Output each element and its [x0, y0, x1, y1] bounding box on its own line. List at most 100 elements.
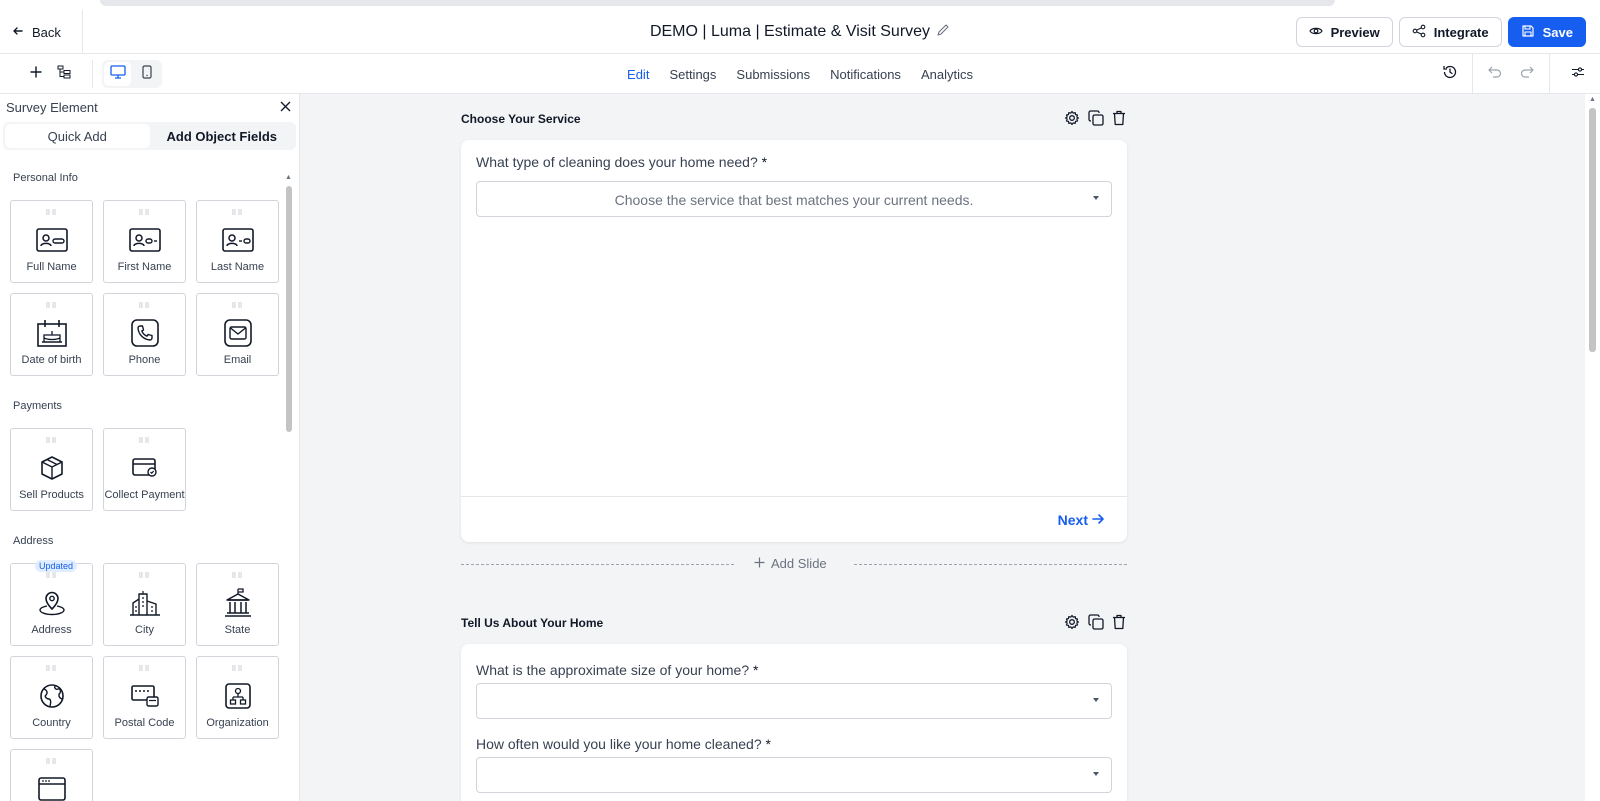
slide-2-card[interactable]: What is the approximate size of your hom…: [461, 644, 1127, 801]
history-icon: [1442, 64, 1458, 85]
undo-icon: [1488, 65, 1502, 84]
redo-icon: [1520, 65, 1534, 84]
tab-edit[interactable]: Edit: [627, 67, 649, 82]
pencil-edit-icon[interactable]: [936, 23, 950, 42]
question-label: What is the approximate size of your hom…: [476, 662, 758, 678]
element-email[interactable]: ⠿⠿ Email: [196, 293, 279, 376]
element-label: Last Name: [210, 261, 265, 273]
trash-icon[interactable]: [1112, 614, 1126, 635]
desktop-view-button[interactable]: [104, 62, 131, 86]
element-label: Email: [223, 354, 252, 366]
undo-button[interactable]: [1479, 54, 1511, 94]
mobile-view-button[interactable]: [133, 62, 160, 86]
page-scroll-thumb[interactable]: [1589, 108, 1596, 352]
add-slide-button[interactable]: Add Slide: [754, 556, 827, 571]
slide-footer: Next: [461, 496, 1127, 542]
drag-handle-icon: ⠿⠿: [138, 666, 151, 673]
drag-handle-icon: ⠿⠿: [231, 573, 244, 580]
layers-button[interactable]: [52, 62, 76, 86]
tab-submissions[interactable]: Submissions: [736, 67, 810, 82]
updated-badge: Updated: [35, 560, 78, 572]
question-label: How often would you like your home clean…: [476, 736, 771, 752]
scroll-up-arrow-icon[interactable]: ▲: [285, 174, 292, 181]
tab-quick-add[interactable]: Quick Add: [5, 124, 150, 148]
tab-notifications[interactable]: Notifications: [830, 67, 901, 82]
version-history-button[interactable]: [1434, 54, 1466, 94]
eye-icon: [1308, 24, 1323, 41]
trash-icon[interactable]: [1112, 110, 1126, 131]
drag-handle-icon: ⠿⠿: [45, 303, 58, 310]
drag-handle-icon: ⠿⠿: [138, 210, 151, 217]
tab-add-object-fields[interactable]: Add Object Fields: [150, 124, 295, 148]
element-country[interactable]: ⠿⠿ Country: [10, 656, 93, 739]
question-text: What type of cleaning does your home nee…: [476, 154, 758, 170]
birthday-cake-icon: [11, 316, 92, 350]
drag-handle-icon: ⠿⠿: [45, 210, 58, 217]
back-button[interactable]: Back: [12, 10, 61, 54]
redo-button[interactable]: [1511, 54, 1543, 94]
integrate-button[interactable]: Integrate: [1398, 17, 1502, 47]
element-state[interactable]: ⠿⠿ State: [196, 563, 279, 646]
options-button[interactable]: [1556, 54, 1600, 94]
element-organization[interactable]: ⠿⠿ Organization: [196, 656, 279, 739]
add-element-button[interactable]: [24, 62, 48, 86]
browser-window-icon: [11, 772, 92, 801]
drag-handle-icon: ⠿⠿: [231, 303, 244, 310]
arrow-left-icon: [12, 25, 24, 40]
element-first-name[interactable]: ⠿⠿ First Name: [103, 200, 186, 283]
panel-title: Survey Element: [6, 99, 98, 115]
package-icon: [11, 451, 92, 485]
element-sell-products[interactable]: ⠿⠿ Sell Products: [10, 428, 93, 511]
toolbar-right-divider: [1472, 54, 1473, 94]
panel-scrollbar[interactable]: ▲: [285, 174, 293, 801]
top-scroll-bar: [100, 0, 1335, 6]
next-button[interactable]: Next: [1058, 512, 1105, 528]
tab-settings[interactable]: Settings: [669, 67, 716, 82]
cleaning-frequency-select[interactable]: [476, 757, 1112, 793]
element-date-of-birth[interactable]: ⠿⠿ Date of birth: [10, 293, 93, 376]
device-switcher: [102, 60, 162, 88]
panel-scroll-thumb[interactable]: [286, 186, 292, 432]
credit-card-icon: [104, 451, 185, 485]
element-collect-payment[interactable]: ⠿⠿ Collect Payment: [103, 428, 186, 511]
element-website[interactable]: ⠿⠿: [10, 749, 93, 801]
section-payments: Payments: [13, 400, 62, 412]
drag-handle-icon: ⠿⠿: [231, 210, 244, 217]
element-label: State: [224, 624, 251, 636]
close-icon[interactable]: [280, 100, 291, 115]
next-label: Next: [1057, 512, 1088, 528]
preview-button[interactable]: Preview: [1295, 17, 1393, 47]
service-select[interactable]: Choose the service that best matches you…: [476, 181, 1112, 217]
app-header: Back DEMO | Luma | Estimate & Visit Surv…: [0, 10, 1600, 54]
duplicate-icon[interactable]: [1088, 614, 1104, 635]
question-label: What type of cleaning does your home nee…: [476, 154, 767, 170]
home-size-select[interactable]: [476, 683, 1112, 719]
chevron-down-icon: [1093, 698, 1099, 702]
sliders-icon: [1571, 65, 1585, 83]
element-phone[interactable]: ⠿⠿ Phone: [103, 293, 186, 376]
drag-handle-icon: ⠿⠿: [45, 438, 58, 445]
gear-icon[interactable]: [1064, 110, 1080, 131]
element-label: Phone: [128, 354, 161, 366]
slide-1-card[interactable]: What type of cleaning does your home nee…: [461, 140, 1127, 542]
gear-icon[interactable]: [1064, 614, 1080, 635]
tab-analytics[interactable]: Analytics: [921, 67, 973, 82]
element-address[interactable]: Updated ⠿⠿ Address: [10, 560, 93, 646]
slide-1-actions: [1064, 110, 1126, 131]
element-last-name[interactable]: ⠿⠿ Last Name: [196, 200, 279, 283]
drag-handle-icon: ⠿⠿: [45, 759, 58, 766]
save-button[interactable]: Save: [1507, 17, 1586, 47]
element-full-name[interactable]: ⠿⠿ Full Name: [10, 200, 93, 283]
duplicate-icon[interactable]: [1088, 110, 1104, 131]
save-label: Save: [1542, 24, 1573, 40]
element-postal-code[interactable]: ⠿⠿ Postal Code: [103, 656, 186, 739]
page-scrollbar[interactable]: ▲: [1585, 94, 1600, 801]
element-city[interactable]: ⠿⠿ City: [103, 563, 186, 646]
mobile-icon: [141, 64, 152, 84]
elements-list: Personal Info ⠿⠿ Full Name ⠿⠿ First Name…: [0, 166, 288, 801]
plus-icon: [30, 65, 42, 83]
scroll-up-arrow-icon[interactable]: ▲: [1589, 96, 1596, 103]
panel-tabs: Quick Add Add Object Fields: [3, 122, 296, 150]
header-divider: [82, 10, 83, 54]
element-label: Sell Products: [19, 489, 84, 501]
